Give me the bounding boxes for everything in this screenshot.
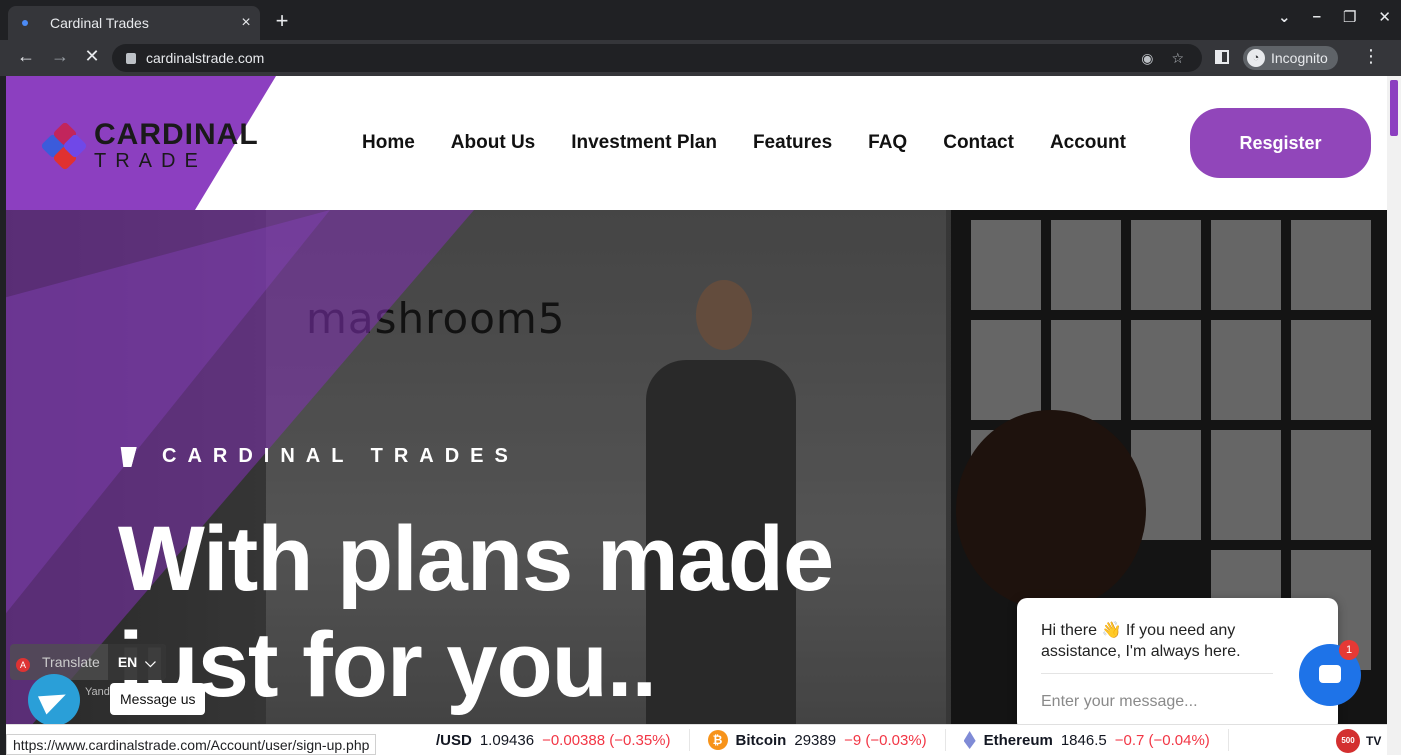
ticker-item[interactable]: ₿ Bitcoin 29389 −9 (−0.03%) [690,729,946,751]
stop-loading-icon[interactable]: ✕ [80,46,104,67]
ethereum-icon [963,731,976,749]
ticker-change: −9 (−0.03%) [844,731,927,749]
lock-icon[interactable] [126,52,136,64]
incognito-icon: ◔ [1247,49,1265,67]
window-controls: ⌄ – ❐ ✕ [1278,8,1391,26]
chat-bubble-icon [1319,665,1341,683]
translate-provider: Yand [85,686,110,698]
tab-search-icon[interactable]: ⌄ [1278,8,1291,26]
tracking-eye-off-icon[interactable]: ◉ [1141,50,1153,67]
bookmark-star-icon[interactable]: ☆ [1171,50,1184,67]
logo-line2: TRADE [94,150,207,172]
page-scrollbar[interactable] [1387,76,1401,755]
chevron-down-icon: ⌵ [145,653,156,670]
hero-headline: With plans made just for you.. [118,506,834,718]
scrollbar-thumb[interactable] [1390,80,1398,136]
incognito-indicator[interactable]: ◔ Incognito [1243,46,1338,70]
tab-close-icon[interactable]: × [232,14,260,32]
nav-about-us[interactable]: About Us [451,132,535,154]
translate-widget[interactable]: A Translate EN ⌵ [10,644,166,680]
nav-account[interactable]: Account [1050,132,1126,154]
new-tab-button[interactable]: + [270,8,294,34]
nav-contact[interactable]: Contact [943,132,1014,154]
hero-headline-line1: With plans made [118,508,834,610]
send-arrow-icon [115,446,137,467]
tradingview-brand[interactable]: 500 TV [1336,729,1381,753]
chat-open-button[interactable]: 1 [1299,640,1361,706]
hero-eyebrow: CARDINAL TRADES [115,445,519,468]
address-url: cardinalstrade.com [146,50,265,66]
logo-line1: CARDINAL [94,118,259,151]
nav-features[interactable]: Features [753,132,832,154]
chat-widget: Hi there 👋 If you need any assistance, I… [1017,598,1338,732]
hero-headline-line2: just for you.. [118,614,657,716]
language-select[interactable]: EN ⌵ [107,644,166,680]
link-status-bar: https://www.cardinalstrade.com/Account/u… [6,734,377,755]
message-us-label[interactable]: Message us [110,683,206,715]
tab-title: Cardinal Trades [50,15,149,31]
translate-icon: A [16,652,36,672]
hero-eyebrow-text: CARDINAL TRADES [162,445,519,467]
favicon-icon [22,20,28,26]
bitcoin-icon: ₿ [707,730,728,750]
register-button[interactable]: Resgister [1190,108,1371,178]
nav-faq[interactable]: FAQ [868,132,907,154]
site-logo[interactable]: CARDINAL TRADE [40,118,259,172]
browser-toolbar: ← → ✕ cardinalstrade.com ◉ ☆ ◔ Incognito… [0,40,1401,76]
nav-investment-plan[interactable]: Investment Plan [571,132,717,154]
sp500-icon: 500 [1336,729,1360,753]
site-header: CARDINAL TRADE Home About Us Investment … [6,76,1387,210]
chat-unread-badge: 1 [1339,640,1359,660]
chat-greeting: Hi there 👋 If you need any assistance, I… [1041,622,1241,660]
incognito-label: Incognito [1271,50,1328,66]
browser-tab[interactable]: Cardinal Trades × [8,6,260,40]
ticker-price: 1.09436 [479,731,535,749]
minimize-icon[interactable]: – [1313,8,1321,26]
forward-icon[interactable]: → [48,46,72,67]
ticker-change: −0.00388 (−0.35%) [542,731,671,749]
address-bar[interactable]: cardinalstrade.com ◉ ☆ [112,44,1202,72]
telegram-button[interactable] [28,674,80,726]
ticker-name: Ethereum [983,731,1053,749]
browser-tab-strip: Cardinal Trades × + ⌄ – ❐ ✕ [0,0,1401,40]
web-page: CARDINAL TRADE Home About Us Investment … [6,76,1387,755]
telegram-icon [37,685,71,715]
tradingview-logo-icon: TV [1366,734,1382,748]
ticker-name: Bitcoin [735,731,787,749]
ticker-change: −0.7 (−0.04%) [1114,731,1210,749]
ticker-name: /USD [436,731,472,749]
chat-message-input[interactable]: Enter your message... [1041,693,1198,711]
back-icon[interactable]: ← [14,46,38,67]
language-code: EN [117,654,138,670]
logo-mark-icon [40,120,88,171]
nav-home[interactable]: Home [362,132,415,154]
main-nav: Home About Us Investment Plan Features F… [362,132,1126,154]
browser-menu-icon[interactable]: ⋮ [1362,46,1380,67]
ticker-price: 29389 [794,731,837,749]
translate-label: Translate [42,654,100,670]
ticker-price: 1846.5 [1060,731,1107,749]
side-panel-icon[interactable] [1215,50,1229,64]
ticker-item[interactable]: Ethereum 1846.5 −0.7 (−0.04%) [946,729,1229,751]
close-window-icon[interactable]: ✕ [1378,8,1391,26]
chat-divider [1041,673,1273,674]
restore-icon[interactable]: ❐ [1343,8,1356,26]
